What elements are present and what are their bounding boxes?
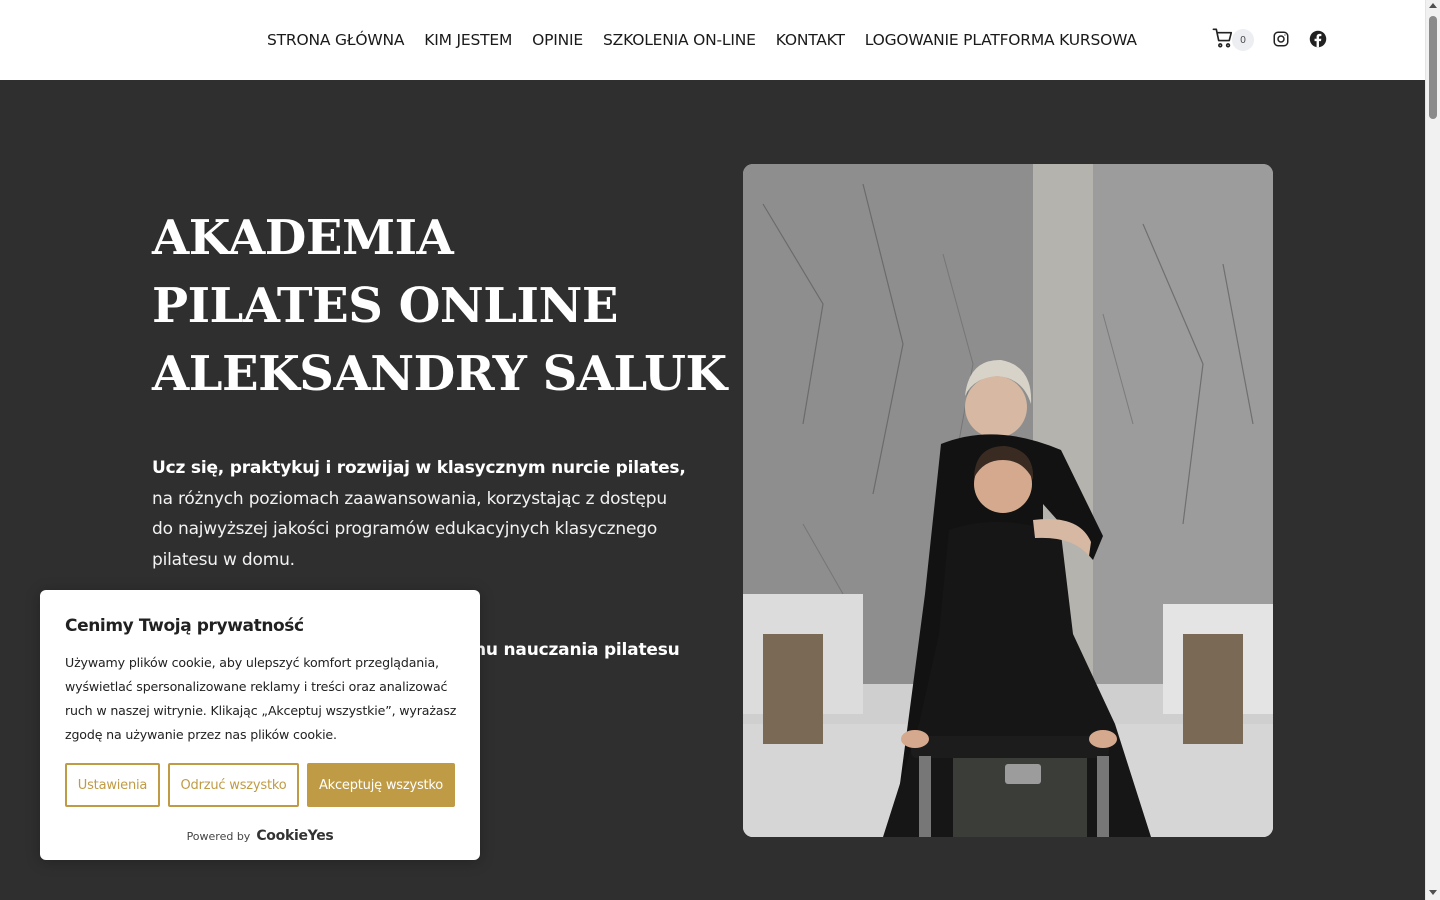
nav-item-about[interactable]: KIM JESTEM (414, 31, 522, 49)
instagram-icon (1273, 31, 1289, 47)
cookieyes-logo[interactable]: CookieYes (256, 828, 333, 844)
page-scrollbar[interactable] (1425, 0, 1440, 900)
cart-icon (1212, 27, 1234, 54)
cart-button[interactable]: 0 (1212, 27, 1258, 54)
nav-item-contact[interactable]: KONTAKT (766, 31, 855, 49)
hero-intro-text: Ucz się, praktykuj i rozwijaj w klasyczn… (152, 453, 692, 575)
nav-item-home[interactable]: STRONA GŁÓWNA (257, 31, 414, 49)
scroll-up-arrow-icon[interactable] (1429, 3, 1437, 8)
cart-count-badge: 0 (1232, 29, 1254, 51)
hero-title-line: PILATES ONLINE (152, 278, 618, 334)
main-navigation: STRONA GŁÓWNA KIM JESTEM OPINIE SZKOLENI… (257, 0, 1147, 80)
facebook-icon (1309, 30, 1327, 48)
cookie-banner-title: Cenimy Twoją prywatność (65, 616, 304, 636)
hero-second-partial: nu nauczania pilatesu (474, 640, 680, 660)
cookie-powered-by: Powered by CookieYes (40, 828, 480, 844)
hero-intro-rest: na różnych poziomach zaawansowania, korz… (152, 488, 667, 570)
instagram-link[interactable] (1272, 30, 1290, 48)
powered-by-label: Powered by (186, 829, 251, 843)
nav-item-online-courses[interactable]: SZKOLENIA ON-LINE (593, 31, 766, 49)
hero-title-line: AKADEMIA (152, 210, 454, 266)
scroll-down-arrow-icon[interactable] (1429, 890, 1437, 895)
nav-item-course-platform-login[interactable]: LOGOWANIE PLATFORMA KURSOWA (855, 31, 1147, 49)
hero-intro-bold: Ucz się, praktykuj i rozwijaj w klasyczn… (152, 458, 686, 478)
hero-photo (743, 164, 1273, 837)
cookie-settings-button[interactable]: Ustawienia (65, 763, 160, 807)
site-header: STRONA GŁÓWNA KIM JESTEM OPINIE SZKOLENI… (0, 0, 1425, 80)
nav-item-reviews[interactable]: OPINIE (522, 31, 593, 49)
cookie-banner-text: Używamy plików cookie, aby ulepszyć komf… (65, 655, 457, 742)
cookie-consent-banner: Cenimy Twoją prywatność Używamy plików c… (40, 590, 480, 860)
cookie-reject-all-button[interactable]: Odrzuć wszystko (168, 763, 299, 807)
hero-title: AKADEMIA PILATES ONLINE ALEKSANDRY SALUK (152, 204, 727, 408)
facebook-link[interactable] (1309, 30, 1327, 48)
hero-title-line: ALEKSANDRY SALUK (152, 346, 727, 402)
scrollbar-thumb[interactable] (1429, 16, 1437, 119)
cookie-accept-all-button[interactable]: Akceptuję wszystko (307, 763, 455, 807)
